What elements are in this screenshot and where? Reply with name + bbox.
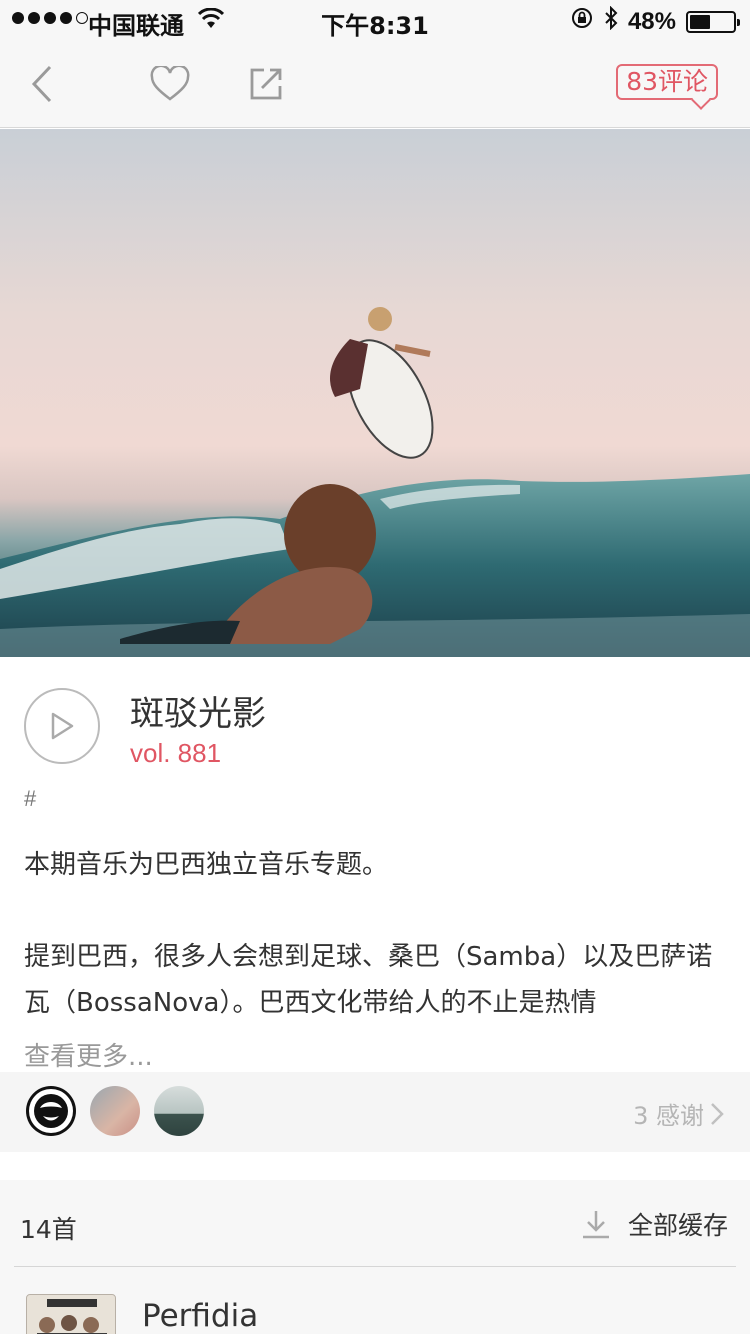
description-paragraph: 本期音乐为巴西独立音乐专题。 bbox=[24, 850, 389, 880]
track-count: 14首 bbox=[20, 1215, 77, 1244]
nav-bar: 83评论 bbox=[0, 40, 750, 128]
episode-info: 斑驳光影 vol. 881 # 本期音乐为巴西独立音乐专题。 提到巴西，很多人会… bbox=[0, 658, 750, 1073]
album-cover-image bbox=[27, 1295, 115, 1334]
status-bar: 中国联通 下午8:31 48% bbox=[0, 0, 750, 40]
avatar[interactable] bbox=[26, 1086, 76, 1136]
divider bbox=[14, 1266, 736, 1267]
episode-tag[interactable]: # bbox=[24, 786, 36, 812]
back-button[interactable] bbox=[20, 62, 64, 106]
avatar[interactable] bbox=[154, 1086, 204, 1136]
thanks-bar[interactable]: 3 感谢 bbox=[0, 1072, 750, 1152]
share-button[interactable] bbox=[244, 62, 288, 106]
section-spacer bbox=[0, 1152, 750, 1180]
avatar-image bbox=[29, 1089, 73, 1133]
battery-percentage: 48% bbox=[627, 7, 676, 35]
bluetooth-icon bbox=[604, 5, 618, 37]
share-icon bbox=[250, 68, 282, 100]
chevron-left-icon bbox=[31, 65, 52, 103]
description-paragraph: 提到巴西，很多人会想到足球、桑巴（Samba）以及巴萨诺瓦（BossaNova）… bbox=[24, 942, 713, 1018]
cover-photo bbox=[0, 129, 750, 657]
play-icon bbox=[51, 712, 74, 740]
surfing-scene-image bbox=[0, 307, 750, 657]
tracklist: 14首 全部缓存 Perfidia bbox=[0, 1180, 750, 1334]
download-icon bbox=[582, 1211, 609, 1239]
episode-description: 本期音乐为巴西独立音乐专题。 提到巴西，很多人会想到足球、桑巴（Samba）以及… bbox=[24, 842, 724, 1026]
avatar[interactable] bbox=[90, 1086, 140, 1136]
play-button[interactable] bbox=[24, 688, 100, 764]
episode-title: 斑驳光影 bbox=[130, 694, 266, 734]
track-cover[interactable] bbox=[26, 1294, 116, 1334]
rotation-lock-icon bbox=[570, 6, 594, 37]
read-more-link[interactable]: 查看更多... bbox=[24, 1036, 153, 1073]
episode-volume: vol. 881 bbox=[130, 738, 222, 768]
comments-button[interactable]: 83评论 bbox=[616, 64, 718, 100]
battery-icon bbox=[686, 10, 740, 33]
thanks-count[interactable]: 3 感谢 bbox=[633, 1096, 724, 1131]
like-button[interactable] bbox=[148, 62, 192, 106]
chevron-right-icon bbox=[711, 1102, 724, 1125]
cache-all-label: 全部缓存 bbox=[627, 1211, 728, 1240]
track-title[interactable]: Perfidia bbox=[142, 1298, 258, 1334]
thanks-label: 3 感谢 bbox=[633, 1102, 704, 1130]
heart-icon bbox=[150, 66, 190, 101]
cache-all-button[interactable]: 全部缓存 bbox=[580, 1206, 728, 1242]
